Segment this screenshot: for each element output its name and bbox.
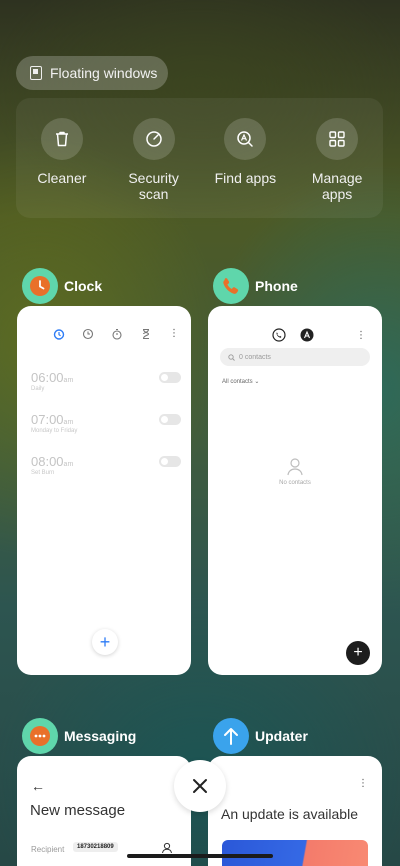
contact-search-input[interactable]: 0 contacts	[220, 348, 370, 366]
stopwatch-tab-icon[interactable]	[111, 328, 123, 340]
clock-app-name: Clock	[64, 278, 103, 294]
messaging-app-name: Messaging	[64, 728, 137, 744]
alarm-time: 07:00	[31, 412, 64, 427]
contact-search-placeholder: 0 contacts	[239, 353, 271, 361]
quick-actions-panel: Cleaner Security scan Find apps Manage a…	[16, 98, 383, 218]
phone-tab-bar	[272, 328, 314, 342]
find-apps-label: Find apps	[214, 170, 277, 186]
add-alarm-button[interactable]: +	[92, 629, 118, 655]
alarm-row[interactable]: 07:00am Monday to Friday	[31, 412, 181, 434]
more-options-icon[interactable]: ⋮	[169, 329, 179, 339]
alarm-repeat: Daily	[31, 386, 45, 392]
security-scan-button[interactable]: Security scan	[114, 118, 194, 218]
all-contacts-filter[interactable]: All contacts ⌄	[222, 378, 259, 385]
update-banner-image	[222, 840, 368, 866]
alarm-tab-icon[interactable]	[53, 328, 65, 340]
person-icon	[287, 458, 303, 476]
alarm-repeat: Monday to Friday	[31, 428, 78, 434]
find-apps-icon	[224, 118, 267, 160]
clock-app-header[interactable]: Clock	[22, 268, 102, 304]
find-apps-button[interactable]: Find apps	[205, 118, 285, 218]
phone-app-name: Phone	[255, 278, 298, 294]
alarm-row[interactable]: 06:00am Daily	[31, 370, 181, 392]
recipient-chip[interactable]: 18730218809	[73, 842, 118, 852]
grid-icon	[316, 118, 359, 160]
back-arrow-icon[interactable]: ←	[31, 778, 45, 794]
phone-app-header[interactable]: Phone	[213, 268, 298, 304]
contacts-tab-icon[interactable]	[300, 328, 314, 342]
alarm-time: 06:00	[31, 370, 64, 385]
chevron-down-icon: ⌄	[254, 379, 260, 385]
messaging-app-header[interactable]: Messaging	[22, 718, 136, 754]
alarm-ampm: am	[63, 377, 74, 384]
calls-tab-icon[interactable]	[272, 328, 286, 342]
all-contacts-label: All contacts	[222, 379, 253, 385]
home-indicator[interactable]	[127, 854, 273, 858]
empty-state-label: No contacts	[279, 480, 311, 486]
clock-app-icon	[22, 268, 58, 304]
add-contact-icon[interactable]	[161, 842, 173, 854]
recipient-number: 18730218809	[77, 844, 114, 850]
recipient-label: Recipient	[31, 845, 65, 854]
add-contact-button[interactable]: +	[346, 641, 370, 665]
phone-app-card[interactable]: ⋮ 0 contacts All contacts ⌄ No contacts …	[208, 306, 382, 675]
more-options-icon[interactable]: ⋮	[358, 778, 368, 789]
alarm-ampm: am	[63, 419, 74, 426]
alarm-ampm: am	[63, 461, 74, 468]
floating-window-icon	[30, 66, 42, 80]
update-available-title: An update is available	[221, 806, 358, 822]
updater-app-header[interactable]: Updater	[213, 718, 308, 754]
clock-tab-bar: ⋮	[53, 328, 179, 340]
security-scan-label: Security scan	[128, 170, 179, 202]
alarm-row[interactable]: 08:00am Set Burn	[31, 454, 181, 476]
close-icon	[193, 779, 207, 793]
clock-app-card[interactable]: ⋮ 06:00am Daily 07:00am Monday to Friday…	[17, 306, 191, 675]
more-options-icon[interactable]: ⋮	[356, 330, 366, 341]
search-icon	[228, 353, 235, 361]
messaging-app-card[interactable]: ← New message Recipient 18730218809	[17, 756, 191, 866]
cleaner-label: Cleaner	[37, 170, 87, 186]
updater-app-name: Updater	[255, 728, 308, 744]
trash-icon	[40, 118, 83, 160]
clear-all-button[interactable]	[174, 760, 226, 812]
manage-apps-button[interactable]: Manage apps	[297, 118, 377, 218]
alarm-toggle[interactable]	[159, 456, 181, 467]
messaging-app-icon	[22, 718, 58, 754]
security-scan-icon	[132, 118, 175, 160]
updater-app-icon	[213, 718, 249, 754]
floating-windows-button[interactable]: Floating windows	[16, 56, 168, 90]
updater-app-card[interactable]: ⋮ An update is available	[208, 756, 382, 866]
alarm-repeat: Set Burn	[31, 470, 55, 476]
alarm-time: 08:00	[31, 454, 64, 469]
manage-apps-label: Manage apps	[311, 170, 363, 202]
cleaner-button[interactable]: Cleaner	[22, 118, 102, 218]
floating-windows-label: Floating windows	[50, 65, 158, 81]
new-message-title: New message	[30, 802, 126, 819]
timer-tab-icon[interactable]	[140, 328, 152, 340]
phone-app-icon	[213, 268, 249, 304]
alarm-toggle[interactable]	[159, 414, 181, 425]
world-clock-tab-icon[interactable]	[82, 328, 94, 340]
alarm-toggle[interactable]	[159, 372, 181, 383]
